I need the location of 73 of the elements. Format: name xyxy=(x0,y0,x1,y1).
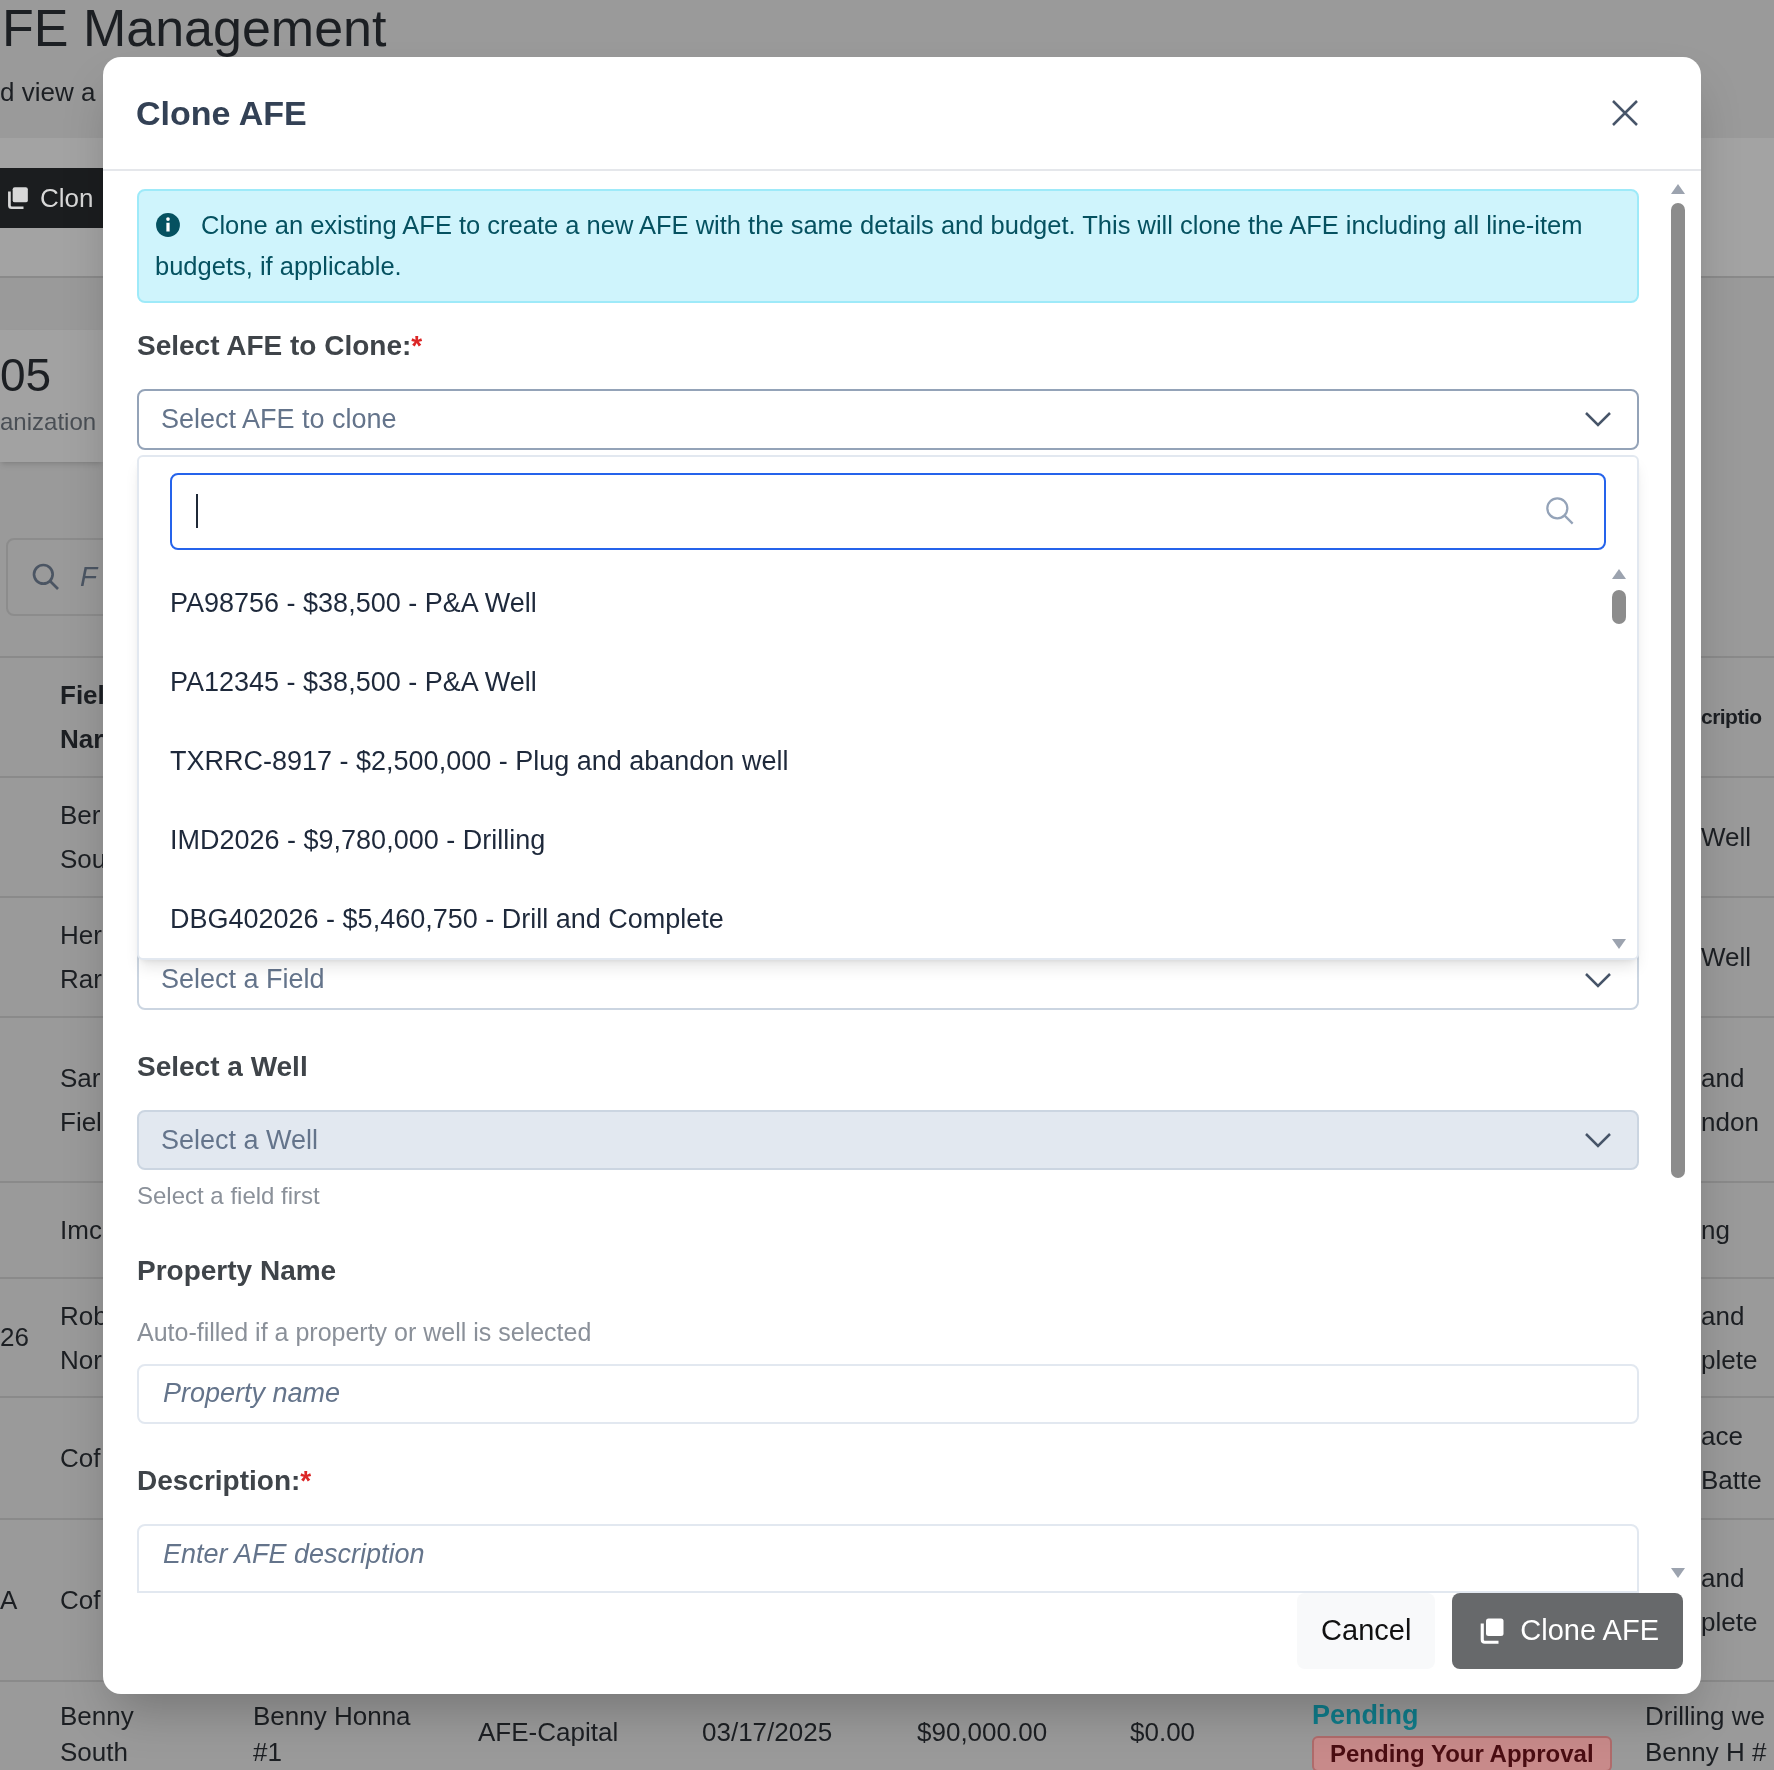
column-header: Nar xyxy=(60,723,103,756)
dropdown-option[interactable]: TXRRC-8917 - $2,500,000 - Plug and abandon well xyxy=(170,721,1606,801)
table-cell-text: Batte xyxy=(1701,1464,1763,1497)
table-cell-text: Well xyxy=(1701,821,1753,854)
chevron-down-icon xyxy=(1583,410,1613,429)
scroll-up-icon[interactable] xyxy=(1611,567,1627,580)
dropdown-option[interactable]: PA98756 - $38,500 - P&A Well xyxy=(170,563,1606,643)
field-label: Description: xyxy=(137,1463,301,1498)
table-cell-text: Benny xyxy=(60,1700,135,1733)
table-cell-text: Her xyxy=(60,919,103,952)
status-badge: Pending Your Approval xyxy=(1312,1736,1612,1770)
property-name-field[interactable]: Property name xyxy=(137,1363,1639,1424)
clone-afe-button[interactable]: Clone AFE xyxy=(1452,1593,1683,1669)
table-cell-text: Drilling we xyxy=(1645,1700,1766,1733)
description-field[interactable]: Enter AFE description xyxy=(137,1523,1639,1593)
table-cell-text: South xyxy=(60,1736,129,1769)
dropdown-search-field[interactable] xyxy=(170,472,1606,550)
table-cell-text: and xyxy=(1701,1299,1746,1333)
table-cell-text: Sar xyxy=(60,1061,102,1095)
table-cell-text: ng xyxy=(1701,1214,1731,1247)
help-text: Select a field first xyxy=(137,1182,320,1210)
table-cell-text: Cof xyxy=(60,1442,102,1475)
table-cell-text: Nor xyxy=(60,1343,103,1377)
table-cell-text: plete xyxy=(1701,1343,1759,1377)
scroll-down-icon[interactable] xyxy=(1670,1567,1686,1579)
chevron-down-icon xyxy=(1583,970,1613,989)
scroll-thumb[interactable] xyxy=(1671,203,1685,1178)
page-title: FE Management xyxy=(2,0,387,56)
table-cell-text: Rar xyxy=(60,963,103,996)
info-text: Clone an existing AFE to create a new AFE with the same details and budget. This will clone the AFE including all line-item budgets, if applicable. xyxy=(155,210,1584,282)
dropdown-option[interactable]: PA12345 - $38,500 - P&A Well xyxy=(170,642,1606,722)
table-cell-text: ndon xyxy=(1701,1105,1760,1139)
chevron-down-icon xyxy=(1583,1130,1613,1149)
table-cell-text: Benny H # xyxy=(1645,1736,1767,1769)
table-cell-text: $90,000.00 xyxy=(917,1716,1049,1749)
table-cell-text: Fiel xyxy=(60,1105,103,1139)
table-cell: A xyxy=(0,1584,18,1615)
table-cell-text: AFE-Capital xyxy=(478,1716,620,1749)
hint-text: Auto-filled if a property or well is selected xyxy=(137,1318,592,1347)
table-cell-text: Well xyxy=(1701,941,1753,974)
clone-button[interactable]: Clon xyxy=(0,168,103,228)
cancel-button[interactable]: Cancel xyxy=(1297,1593,1436,1669)
scroll-up-icon[interactable] xyxy=(1670,183,1686,195)
table-cell-text: and xyxy=(1701,1562,1746,1595)
table-cell: 26 xyxy=(0,1322,29,1352)
afe-select[interactable]: Select AFE to clone xyxy=(137,389,1639,450)
close-icon[interactable] xyxy=(1610,98,1640,128)
stat-value: 05 xyxy=(0,352,53,398)
table-cell-text: and xyxy=(1701,1061,1746,1095)
table-cell-text: plete xyxy=(1701,1606,1759,1639)
column-header: criptio xyxy=(1701,704,1763,730)
stat-label: anization xyxy=(0,407,98,437)
table-cell-text: Ber xyxy=(60,799,102,832)
table-cell-text: Benny Honna xyxy=(253,1700,412,1733)
dropdown-option[interactable]: IMD2026 - $9,780,000 - Drilling xyxy=(170,800,1606,880)
required-mark: * xyxy=(411,329,423,363)
column-header: Fiel xyxy=(60,679,103,712)
field-label: Select AFE to Clone: xyxy=(137,329,412,363)
required-mark: * xyxy=(300,1463,312,1498)
page-subtitle: d view a xyxy=(0,75,96,109)
table-cell-text: ace xyxy=(1701,1420,1744,1453)
status-text: Pending xyxy=(1312,1699,1419,1732)
table-cell-text: Imc xyxy=(60,1214,103,1247)
table-cell-text: 03/17/2025 xyxy=(702,1716,834,1749)
text-cursor xyxy=(196,494,198,529)
scroll-thumb[interactable] xyxy=(1612,589,1626,624)
table-cell-text: #1 xyxy=(253,1736,283,1769)
info-icon xyxy=(155,212,181,238)
field-label: Property Name xyxy=(137,1254,337,1289)
dialog-title: Clone AFE xyxy=(136,92,307,134)
table-cell-text: $0.00 xyxy=(1130,1716,1197,1749)
table-cell-text: Cof xyxy=(60,1584,102,1617)
field-label: Select a Well xyxy=(137,1049,308,1084)
